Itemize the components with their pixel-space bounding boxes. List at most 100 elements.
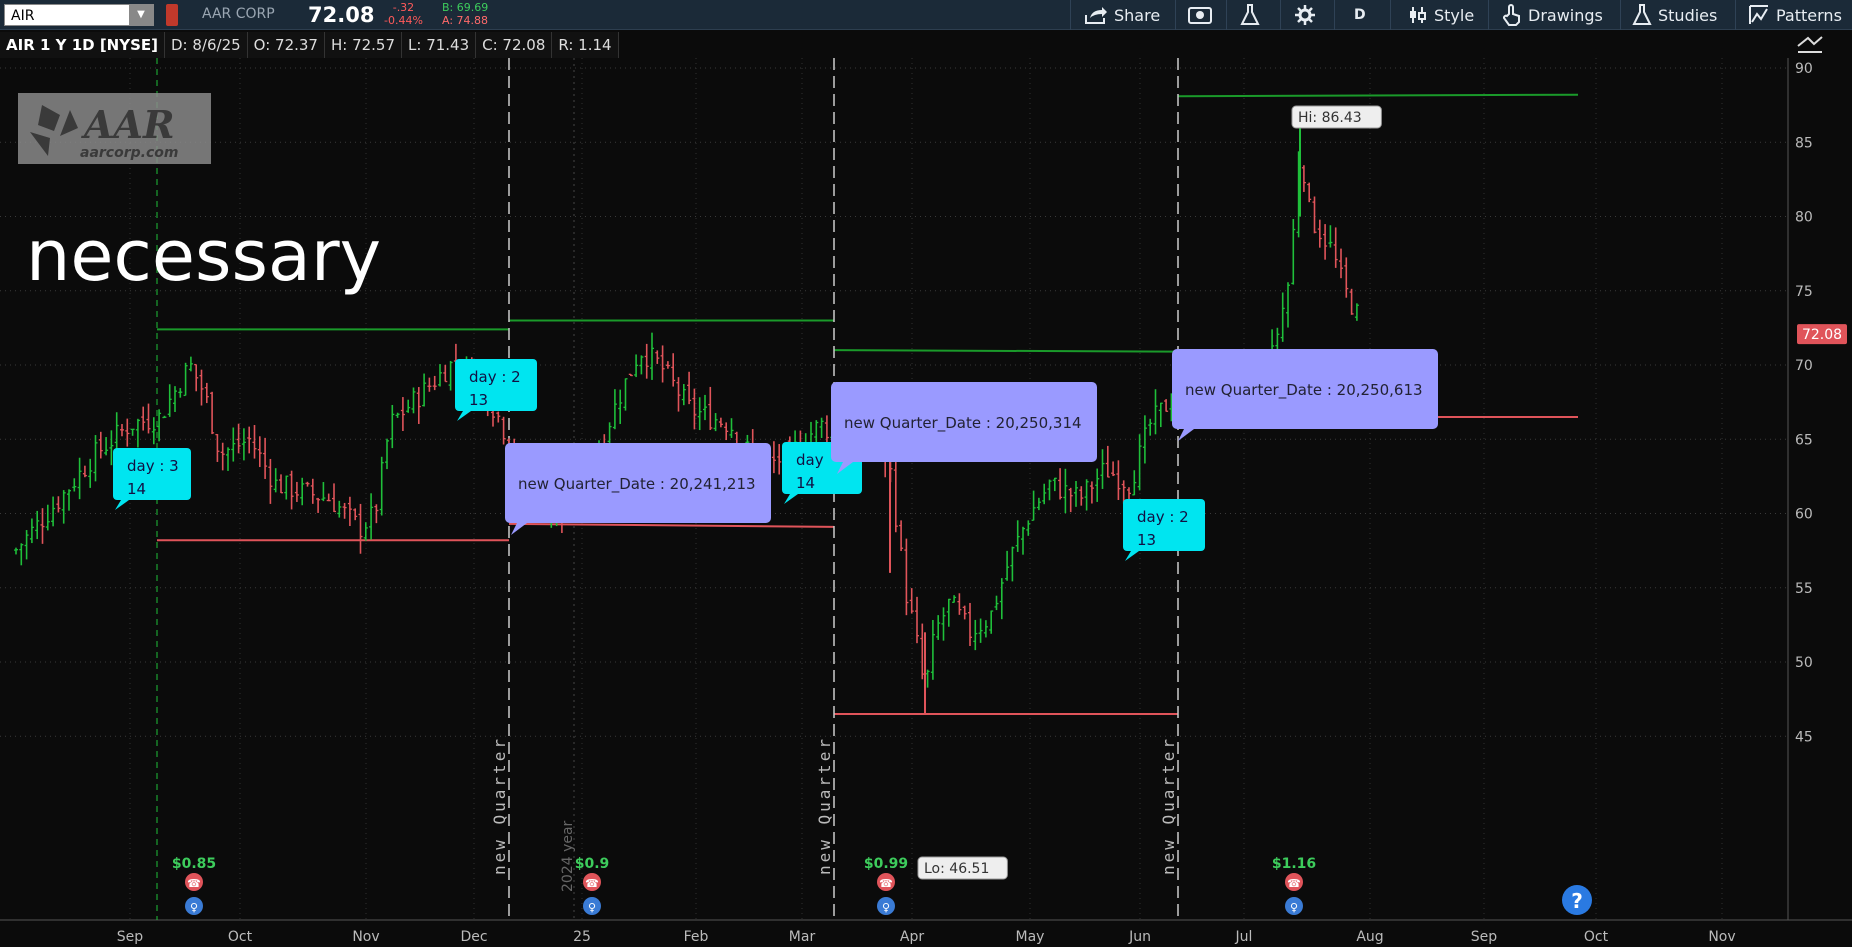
logo-url: aarcorp.com bbox=[80, 145, 178, 161]
chart-info-bar: AIR 1 Y 1D [NYSE] D: 8/6/25 O: 72.37 H: … bbox=[0, 32, 619, 58]
divider bbox=[1620, 0, 1621, 30]
candles-icon bbox=[1410, 7, 1426, 23]
chart-background bbox=[0, 58, 1852, 947]
y-tick-label: 50 bbox=[1795, 655, 1813, 671]
info-high: H: 72.57 bbox=[324, 32, 403, 58]
last-price-label: 72.08 bbox=[1802, 327, 1842, 343]
x-tick-label: Mar bbox=[789, 929, 816, 945]
patterns-label: Patterns bbox=[1776, 5, 1842, 25]
x-tick-label: Jun bbox=[1128, 929, 1151, 945]
year-marker-label: 2024 year bbox=[560, 820, 576, 892]
x-tick-label: Sep bbox=[117, 929, 144, 945]
x-tick-label: May bbox=[1016, 929, 1045, 945]
toolbar: ▼ AAR CORP 72.08 -.32 -0.44% B: 69.69 A:… bbox=[0, 0, 1852, 30]
day-callout-line1: day : 2 bbox=[1137, 508, 1189, 526]
divider bbox=[1488, 0, 1489, 30]
earnings-icon-glyph: ☎ bbox=[879, 877, 893, 890]
y-tick-label: 70 bbox=[1795, 358, 1813, 374]
symbol-input[interactable] bbox=[5, 6, 125, 26]
alert-flag-icon[interactable] bbox=[166, 4, 178, 26]
quarter-marker-label: new Quarter bbox=[1159, 736, 1178, 875]
divider bbox=[1390, 0, 1391, 30]
patterns-button[interactable]: Patterns bbox=[1748, 2, 1842, 28]
day-callout-line1: day : 2 bbox=[469, 368, 521, 386]
price-chart[interactable]: 45 50 55 60 65 70 75 80 85 90 Sep Oct Nov Dec 25 Feb Mar… bbox=[0, 58, 1852, 947]
dividend-label: $0.85 bbox=[172, 856, 216, 872]
earnings-icon-glyph: ☎ bbox=[585, 877, 599, 890]
y-tick-label: 45 bbox=[1795, 729, 1813, 745]
y-tick-label: 90 bbox=[1795, 61, 1813, 77]
x-tick-label: 25 bbox=[573, 929, 591, 945]
divider bbox=[1226, 0, 1227, 30]
aggregation-label: D bbox=[1354, 7, 1366, 23]
bid-value: B: 69.69 bbox=[442, 1, 489, 14]
chart-menu-icon[interactable] bbox=[1795, 34, 1825, 56]
percent-change: -0.44% bbox=[384, 14, 423, 27]
y-tick-label: 75 bbox=[1795, 284, 1813, 300]
x-tick-label: Dec bbox=[460, 929, 487, 945]
y-tick-label: 60 bbox=[1795, 507, 1813, 523]
x-tick-label: Nov bbox=[352, 929, 379, 945]
last-price: 72.08 bbox=[308, 3, 375, 27]
high-label: Hi: 86.43 bbox=[1298, 110, 1362, 126]
quarter-callout-text: new Quarter_Date : 20,241,213 bbox=[518, 475, 756, 494]
camera-icon bbox=[1188, 7, 1212, 24]
bid-ask: B: 69.69 A: 74.88 bbox=[442, 1, 488, 27]
price-change: -.32 -0.44% bbox=[384, 1, 423, 27]
info-date: D: 8/6/25 bbox=[165, 32, 248, 58]
day-callout-line2: 14 bbox=[796, 474, 815, 492]
screenshot-button[interactable] bbox=[1188, 2, 1212, 28]
day-callout-line1: day : 3 bbox=[127, 457, 179, 475]
drawings-button[interactable]: Drawings bbox=[1502, 2, 1603, 28]
caption-text: necessary bbox=[26, 215, 381, 297]
studies-button[interactable]: Studies bbox=[1632, 2, 1717, 28]
info-close: C: 72.08 bbox=[476, 32, 553, 58]
drawings-label: Drawings bbox=[1528, 5, 1603, 25]
info-bulb-glyph: ♀ bbox=[882, 901, 890, 914]
divider bbox=[1070, 0, 1071, 30]
info-range: R: 1.14 bbox=[552, 32, 619, 58]
info-bulb-glyph: ♀ bbox=[190, 901, 198, 914]
info-bulb-glyph: ♀ bbox=[588, 901, 596, 914]
x-tick-label: Apr bbox=[900, 929, 924, 945]
y-tick-label: 85 bbox=[1795, 135, 1813, 151]
share-label: Share bbox=[1114, 5, 1161, 25]
style-button[interactable]: Style bbox=[1408, 2, 1474, 28]
company-name: AAR CORP bbox=[202, 6, 275, 22]
x-tick-label: Oct bbox=[228, 929, 253, 945]
share-icon bbox=[1085, 7, 1107, 24]
logo-text: AAR bbox=[81, 102, 175, 147]
ask-value: A: 74.88 bbox=[442, 14, 489, 27]
x-tick-label: Jul bbox=[1235, 929, 1253, 945]
low-label: Lo: 46.51 bbox=[924, 861, 989, 877]
info-open: O: 72.37 bbox=[247, 32, 325, 58]
day-callout-line1: day bbox=[796, 451, 824, 469]
info-bulb-glyph: ♀ bbox=[1290, 901, 1298, 914]
y-tick-label: 80 bbox=[1795, 210, 1813, 226]
dividend-label: $0.99 bbox=[864, 856, 908, 872]
chevron-down-icon[interactable]: ▼ bbox=[129, 5, 153, 25]
x-tick-label: Aug bbox=[1356, 929, 1383, 945]
quarter-callout-text: new Quarter_Date : 20,250,613 bbox=[1185, 381, 1423, 400]
help-icon-glyph: ? bbox=[1571, 889, 1583, 913]
quarter-callout-text: new Quarter_Date : 20,250,314 bbox=[844, 414, 1082, 433]
chart-title[interactable]: AIR 1 Y 1D [NYSE] bbox=[0, 32, 165, 58]
quarter-marker-label: new Quarter bbox=[815, 736, 834, 875]
y-tick-label: 65 bbox=[1795, 432, 1813, 448]
x-tick-label: Sep bbox=[1471, 929, 1498, 945]
hand-pointer-icon bbox=[1503, 4, 1520, 26]
dividend-label: $0.9 bbox=[575, 856, 610, 872]
gear-icon bbox=[1295, 5, 1315, 25]
settings-button[interactable] bbox=[1294, 2, 1316, 28]
day-callout-line2: 13 bbox=[1137, 531, 1156, 549]
flask-button[interactable] bbox=[1240, 2, 1260, 28]
share-button[interactable]: Share bbox=[1084, 2, 1160, 28]
divider bbox=[1280, 0, 1281, 30]
info-low: L: 71.43 bbox=[402, 32, 477, 58]
divider bbox=[1735, 0, 1736, 30]
x-tick-label: Feb bbox=[684, 929, 709, 945]
symbol-selector[interactable]: ▼ bbox=[4, 4, 154, 26]
aggregation-button[interactable]: D bbox=[1354, 2, 1366, 28]
earnings-icon-glyph: ☎ bbox=[187, 877, 201, 890]
quarter-marker-label: new Quarter bbox=[490, 736, 509, 875]
